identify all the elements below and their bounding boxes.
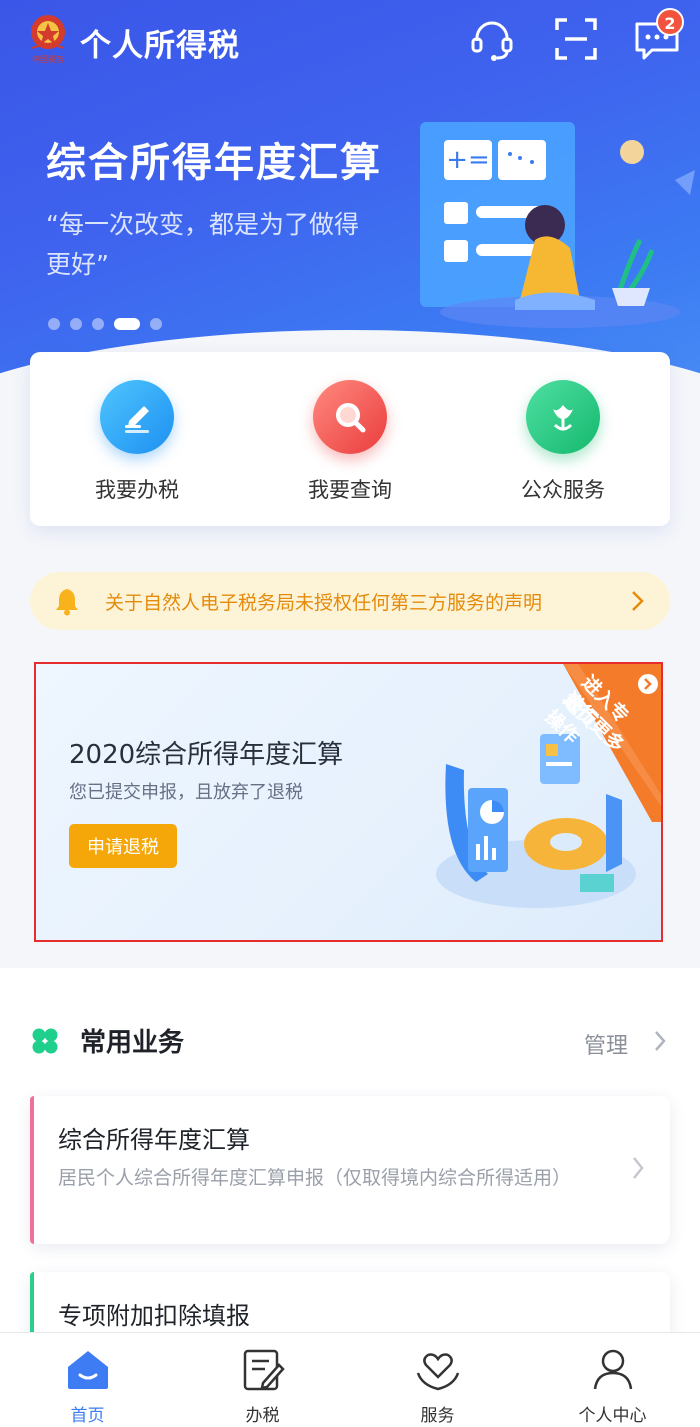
svg-text:中国税务: 中国税务 [32,54,64,64]
svg-text:+=: += [446,145,490,175]
apply-refund-button[interactable]: 申请退税 [69,824,177,868]
carousel-dot[interactable] [70,318,82,330]
quick-action-label: 我要办税 [95,478,179,502]
business-item-title: 专项附加扣除填报 [58,1302,250,1330]
scan-icon [555,18,597,60]
scan-button[interactable] [551,14,601,64]
top-bar: 中国税务 个人所得税 2 [0,0,700,82]
chevron-right-icon [632,591,644,611]
annual-settlement-card[interactable]: 2020综合所得年度汇算 您已提交申报，且放弃了退税 申请退税 进入专题页 进行… [34,662,663,942]
business-item-title: 综合所得年度汇算 [58,1126,250,1154]
app-root: 中国税务 个人所得税 2 综合所得年度汇算 “每一次改变，都是为了做得更好” +… [0,0,700,1427]
tulip-icon [526,380,600,454]
accent-bar [30,1096,34,1244]
notice-text: 关于自然人电子税务局未授权任何第三方服务的声明 [105,592,543,614]
app-title: 个人所得税 [80,28,240,64]
business-item-desc: 居民个人综合所得年度汇算申报（仅取得境内综合所得适用） [58,1167,572,1189]
carousel-dot[interactable] [92,318,104,330]
tax-emblem-icon: 中国税务 [31,15,65,64]
quick-action-label: 我要查询 [308,478,392,502]
form-icon [243,1349,285,1391]
bell-icon [56,589,78,616]
banner-title[interactable]: 综合所得年度汇算 [46,130,382,188]
carousel-dot-active[interactable] [114,318,140,330]
carousel-dot[interactable] [48,318,60,330]
quick-action-query[interactable]: 我要查询 [260,380,440,510]
common-business-section: 常用业务 管理 综合所得年度汇算 居民个人综合所得年度汇算申报（仅取得境内综合所… [0,968,700,1392]
business-item-annual-settlement[interactable]: 综合所得年度汇算 居民个人综合所得年度汇算申报（仅取得境内综合所得适用） [30,1096,670,1244]
nav-label: 个人中心 [578,1406,647,1426]
notice-bar[interactable]: 关于自然人电子税务局未授权任何第三方服务的声明 [30,572,670,630]
manage-link[interactable]: 管理 [584,1028,628,1060]
carousel-dots [48,318,162,330]
four-leaf-icon [32,1028,58,1054]
pencil-icon [100,380,174,454]
chevron-right-icon[interactable] [652,1028,668,1054]
nav-label: 首页 [70,1406,105,1426]
heart-hands-icon [416,1353,459,1391]
magnifier-icon [313,380,387,454]
carousel-dot[interactable] [150,318,162,330]
annual-card-title: 2020综合所得年度汇算 [69,740,344,770]
banner-illustration: += [420,122,695,328]
annual-card-status: 您已提交申报，且放弃了退税 [69,782,303,803]
quick-action-tax-filing[interactable]: 我要办税 [47,380,227,510]
nav-tax[interactable]: 办税 [175,1333,350,1427]
banner-subtitle: “每一次改变，都是为了做得更好” [46,210,359,279]
customer-service-button[interactable] [467,14,517,64]
quick-actions-panel: 我要办税 我要查询 公众服务 [30,352,670,526]
quick-action-public-service[interactable]: 公众服务 [473,380,653,510]
person-icon [593,1349,632,1390]
chevron-right-icon [633,1157,644,1179]
section-title: 常用业务 [80,1028,185,1058]
quick-action-label: 公众服务 [521,478,605,502]
nav-label: 办税 [245,1406,280,1426]
nav-home[interactable]: 首页 [0,1333,175,1427]
bottom-nav: 首页 办税 服务 个人中心 [0,1332,700,1427]
headset-icon [471,21,513,61]
nav-profile[interactable]: 个人中心 [525,1333,700,1427]
message-count-badge: 2 [656,8,684,36]
home-icon [67,1351,108,1389]
nav-label: 服务 [420,1406,455,1426]
nav-service[interactable]: 服务 [350,1333,525,1427]
